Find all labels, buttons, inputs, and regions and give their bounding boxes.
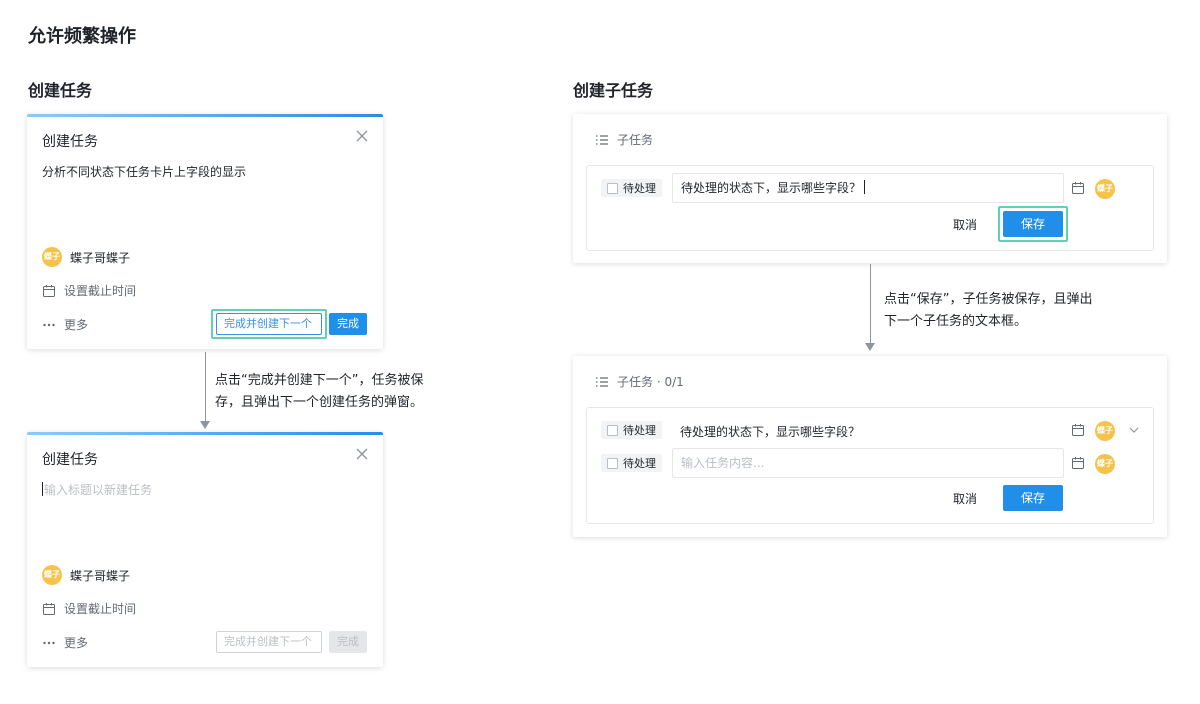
list-icon (596, 134, 608, 145)
done-button[interactable]: 完成 (329, 631, 367, 653)
calendar-icon[interactable] (1071, 423, 1085, 437)
status-chip[interactable]: 待处理 (601, 421, 662, 439)
status-chip[interactable]: 待处理 (601, 179, 662, 197)
flow-arrow-head (200, 421, 210, 429)
list-icon (596, 376, 608, 387)
due-date-label: 设置截止时间 (64, 284, 137, 298)
assignee-name: 蝶子哥蝶子 (70, 250, 131, 265)
left-section-title: 创建任务 (28, 81, 93, 100)
more-label: 更多 (64, 318, 89, 332)
due-date-row[interactable]: 设置截止时间 (42, 282, 136, 299)
subtask-header: 子任务 · 0/1 (595, 373, 684, 390)
avatar[interactable]: 蝶子 (1095, 454, 1115, 474)
right-note: 点击“保存”，子任务被保存，且弹出 下一个子任务的文本框。 (884, 292, 1093, 329)
assignee-row[interactable]: 蝶子 蝶子哥蝶子 (42, 565, 130, 585)
calendar-icon (43, 602, 55, 615)
avatar[interactable]: 蝶子 (1095, 179, 1115, 199)
left-note: 点击“完成并创建下一个”，任务被保 存，且弹出下一个创建任务的弹窗。 (215, 373, 424, 410)
flow-arrow-line (870, 264, 871, 344)
due-date-label: 设置截止时间 (64, 602, 137, 616)
create-next-button[interactable]: 完成并创建下一个 (216, 631, 322, 653)
subtask-header: 子任务 (595, 131, 653, 148)
more-icon (43, 641, 55, 644)
calendar-icon[interactable] (1071, 181, 1085, 195)
right-section-title: 创建子任务 (573, 81, 654, 100)
dialog-title: 创建任务 (42, 452, 98, 468)
more-label: 更多 (64, 636, 89, 650)
task-title-text[interactable]: 分析不同状态下任务卡片上字段的显示 (42, 163, 246, 180)
create-next-button[interactable]: 完成并创建下一个 (216, 313, 322, 335)
calendar-icon[interactable] (1071, 456, 1085, 470)
cancel-button[interactable]: 取消 (953, 216, 977, 233)
subtask-list-box: 待处理 待处理的状态下，显示哪些字段？ 蝶子 待处理 输入任务内容... 蝶子 … (586, 407, 1154, 524)
avatar[interactable]: 蝶子 (1095, 421, 1115, 441)
done-button[interactable]: 完成 (329, 313, 367, 335)
checkbox[interactable] (607, 182, 618, 194)
flow-arrow-head (865, 343, 875, 351)
avatar: 蝶子 (42, 565, 62, 585)
cancel-button[interactable]: 取消 (953, 490, 977, 507)
more-row[interactable]: 更多 (42, 634, 88, 651)
more-icon (43, 323, 55, 326)
subtask-panel: 子任务 待处理 待处理的状态下，显示哪些字段？ 蝶子 取消 保存 (573, 114, 1167, 263)
close-icon[interactable] (355, 129, 369, 143)
create-task-dialog-next: 创建任务 输入标题以新建任务 蝶子 蝶子哥蝶子 设置截止时间 更多 完成并创建下… (27, 432, 383, 667)
avatar: 蝶子 (42, 247, 62, 267)
flow-arrow-line (205, 352, 206, 422)
subtask-input[interactable]: 待处理的状态下，显示哪些字段？ (672, 173, 1064, 203)
task-title-input[interactable]: 输入标题以新建任务 (42, 481, 152, 498)
assignee-row[interactable]: 蝶子 蝶子哥蝶子 (42, 247, 130, 267)
status-chip[interactable]: 待处理 (601, 454, 662, 472)
dialog-title: 创建任务 (42, 134, 98, 150)
save-button[interactable]: 保存 (1003, 211, 1063, 237)
subtask-input[interactable]: 输入任务内容... (672, 448, 1064, 478)
chevron-down-icon[interactable] (1127, 423, 1141, 437)
save-button[interactable]: 保存 (1003, 485, 1063, 511)
subtask-edit-box: 待处理 待处理的状态下，显示哪些字段？ 蝶子 取消 保存 (586, 165, 1154, 251)
checkbox[interactable] (607, 424, 618, 436)
due-date-row[interactable]: 设置截止时间 (42, 600, 136, 617)
close-icon[interactable] (355, 447, 369, 461)
checkbox[interactable] (607, 457, 618, 469)
subtask-panel-next: 子任务 · 0/1 待处理 待处理的状态下，显示哪些字段？ 蝶子 待处理 输入任… (573, 356, 1167, 537)
assignee-name: 蝶子哥蝶子 (70, 568, 131, 583)
calendar-icon (43, 284, 55, 297)
create-task-dialog: 创建任务 分析不同状态下任务卡片上字段的显示 蝶子 蝶子哥蝶子 设置截止时间 更… (27, 114, 383, 349)
subtask-text[interactable]: 待处理的状态下，显示哪些字段？ (680, 423, 860, 440)
page-title: 允许频繁操作 (26, 26, 138, 48)
more-row[interactable]: 更多 (42, 316, 88, 333)
